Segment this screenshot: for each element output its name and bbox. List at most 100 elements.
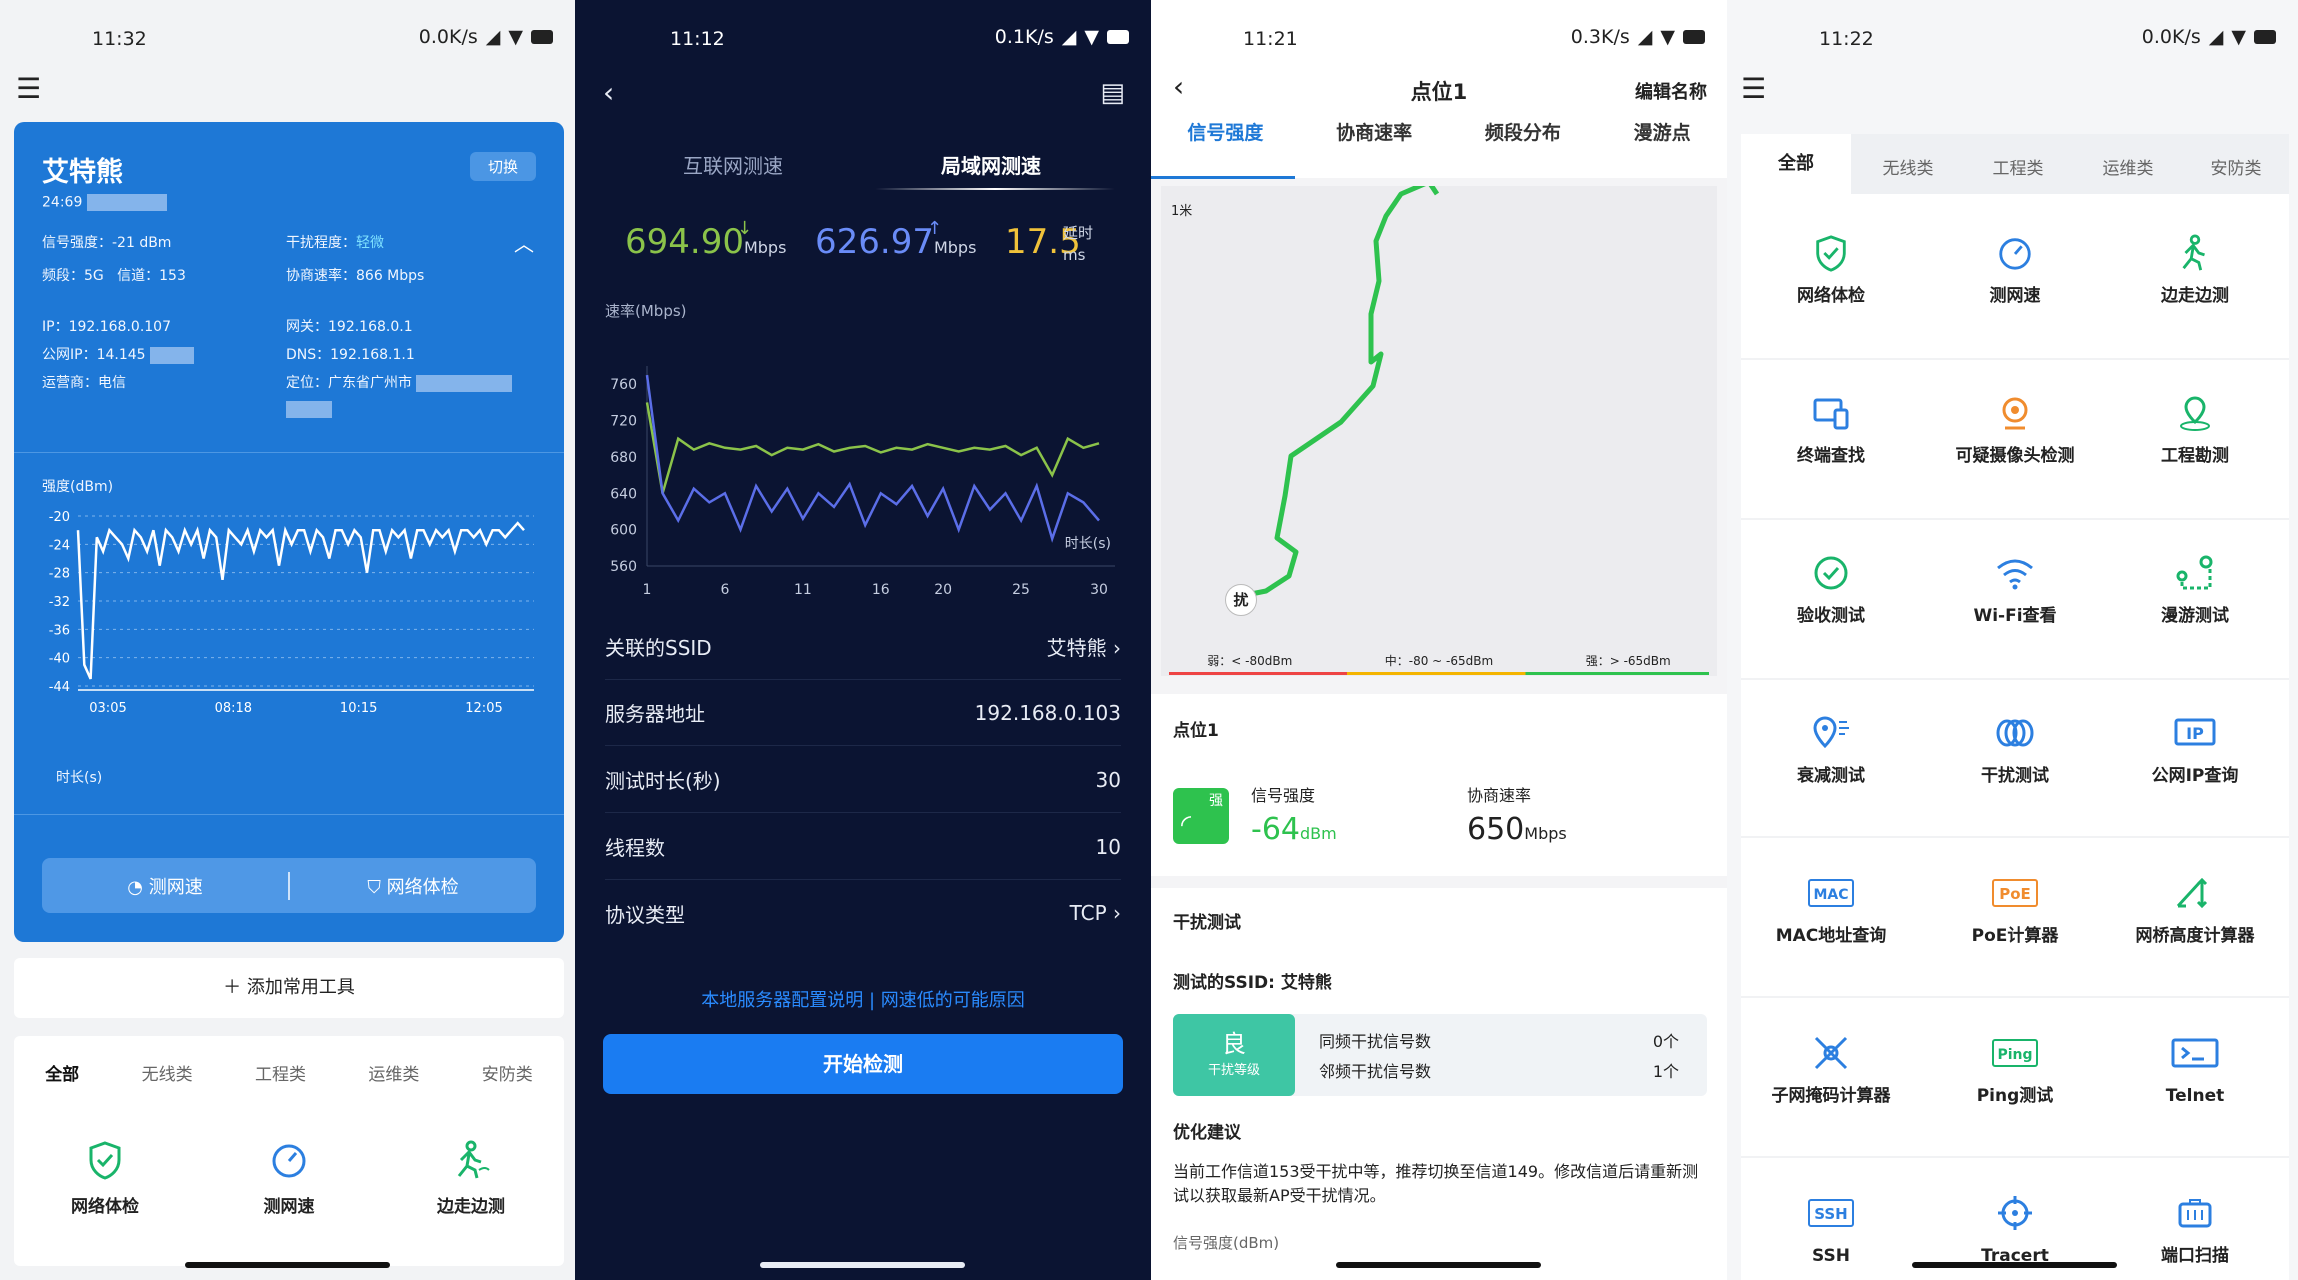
tab-rate[interactable]: 协商速率 [1336,118,1412,145]
divider [1741,678,2289,680]
tool-telnet[interactable]: Telnet [2105,1034,2285,1110]
walking-person-icon [457,1140,490,1179]
tool-mac-lookup[interactable]: MAC MAC地址查询 [1741,874,1921,950]
edit-name-button[interactable]: 编辑名称 [1635,78,1707,104]
interference-label: 干扰程度： [286,235,356,251]
tab-band[interactable]: 频段分布 [1485,118,1561,145]
ssid-title: 艾特熊 [42,157,123,188]
y-tick-label: 760 [610,377,637,393]
interference-section: 干扰测试 测试的SSID: 艾特熊 良 干扰等级 同频干扰信号数 0个 邻频干扰… [1151,888,1727,1280]
switch-button[interactable]: 切换 [469,152,536,181]
tool-subnet-calculator[interactable]: 子网掩码计算器 [1741,1034,1921,1110]
tab-ops[interactable]: 运维类 [368,1060,419,1085]
x-tick-label: 25 [1012,582,1030,598]
interference-marker[interactable]: 扰 [1225,584,1257,616]
x-tick-label: 11 [794,582,812,598]
menu-icon[interactable]: ☰ [1741,72,1766,105]
tool-public-ip[interactable]: IP 公网IP查询 [2105,714,2285,790]
threads-row[interactable]: 线程数 10 [605,814,1121,880]
gauge-icon: ◔ [127,876,143,898]
tool-ping-test[interactable]: Ping Ping测试 [1925,1034,2105,1110]
tab-internet-speed[interactable]: 互联网测速 [683,150,783,179]
ssid-row[interactable]: 关联的SSID 艾特熊 › [605,614,1121,680]
server-row[interactable]: 服务器地址 192.168.0.103 [605,680,1121,746]
wifi-icon: ▼ [1660,26,1675,48]
row-value: 艾特熊 [1046,636,1107,660]
status-bar: 11:21 0.3K/s ◢ ▼ [1151,0,1727,80]
duration-row[interactable]: 测试时长(秒) 30 [605,747,1121,813]
tool-walk-test[interactable]: 边走边测 [386,1140,556,1217]
rate-label: 协商速率 [1467,786,1532,805]
adjacent-channel-value: 1个 [1652,1062,1679,1081]
tab-all[interactable]: 全部 [1741,134,1851,194]
tab-lan-speed[interactable]: 局域网测速 [941,150,1041,179]
tab-signal[interactable]: 信号强度 [1187,118,1263,145]
lan-speed-test-screen: 11:12 0.1K/s ◢ ▼ ‹ ▤ 互联网测速 局域网测速 694.90Mb… [575,0,1151,1280]
help-links[interactable]: 本地服务器配置说明 | 网速低的可能原因 [575,986,1151,1012]
advice-text: 当前工作信道153受干扰中等，推荐切换至信道149。修改信道后请重新测试以获取最… [1173,1162,1699,1205]
tool-network-check[interactable]: 网络体检 [20,1140,190,1217]
tool-label: 终端查找 [1797,446,1865,466]
battery-icon [1107,30,1129,44]
tool-wifi-view[interactable]: Wi-Fi查看 [1925,554,2105,630]
location-pin-icon [2180,396,2210,431]
tool-camera-detect[interactable]: 可疑摄像头检测 [1925,394,2105,470]
network-check-button[interactable]: ⛉ 网络体检 [290,873,536,899]
signal-badge: 强 ◜ [1173,788,1229,844]
tool-tracert[interactable]: Tracert [1925,1194,2105,1270]
tab-security[interactable]: 安防类 [2181,154,2291,179]
tool-ssh[interactable]: SSH SSH [1741,1194,1921,1270]
menu-icon[interactable]: ☰ [16,72,41,105]
tab-indicator [875,188,1115,190]
back-icon[interactable]: ‹ [603,76,614,109]
history-icon[interactable]: ▤ [1100,78,1125,108]
tab-all[interactable]: 全部 [45,1060,79,1085]
protocol-row[interactable]: 协议类型 TCP › [605,880,1121,946]
tab-security[interactable]: 安防类 [482,1060,533,1085]
tool-site-survey[interactable]: 工程勘测 [2105,394,2285,470]
row-label: 关联的SSID [605,636,712,660]
tool-label: 子网掩码计算器 [1771,1086,1891,1106]
tool-roaming-test[interactable]: 漫游测试 [2105,554,2285,630]
masked-location-2 [286,401,332,418]
start-test-button[interactable]: 开始检测 [603,1034,1123,1094]
tab-engineering[interactable]: 工程类 [1963,154,2073,179]
tab-wireless[interactable]: 无线类 [1853,154,1963,179]
home-indicator [185,1262,390,1268]
tab-wireless[interactable]: 无线类 [142,1060,193,1085]
grade-badge: 良 干扰等级 [1173,1014,1295,1096]
tab-engineering[interactable]: 工程类 [255,1060,306,1085]
collapse-chevron-icon[interactable]: ︿ [514,228,534,257]
battery-icon [2254,30,2276,44]
upload-series-line [645,374,1100,543]
tool-poe-calculator[interactable]: PoE PoE计算器 [1925,874,2105,950]
speed-test-button[interactable]: ◔ 测网速 [42,873,288,899]
bottom-label: 信号强度(dBm) [1173,1234,1280,1252]
tool-speed-test[interactable]: 测网速 [204,1140,374,1217]
tool-network-check[interactable]: 网络体检 [1741,234,1921,310]
rate-text: 协商速率：866 Mbps [286,268,425,284]
tool-walk-test[interactable]: 边走边测 [2105,234,2285,310]
tool-attenuation-test[interactable]: 衰减测试 [1741,714,1921,790]
tab-roaming[interactable]: 漫游点 [1634,118,1691,145]
interference-title: 干扰测试 [1173,913,1241,933]
add-tool-button[interactable]: ＋ 添加常用工具 [14,958,564,1018]
mac-icon-text: MAC [1813,887,1848,903]
subnet-icon [1814,1036,1848,1070]
ping-icon: Ping [1992,1039,2038,1067]
tool-interference-test[interactable]: 干扰测试 [1925,714,2105,790]
masked-ip [150,346,195,364]
wifi-icon [1997,559,2033,590]
y-tick-label: -44 [49,680,70,695]
check-circle-icon [1814,556,1848,590]
heatmap-point-screen: 11:21 0.3K/s ◢ ▼ ‹ 点位1 编辑名称 信号强度 协商速率 频段分… [1151,0,1727,1280]
tool-device-finder[interactable]: 终端查找 [1741,394,1921,470]
upload-arrow-icon: ↑ [927,218,943,239]
tab-ops[interactable]: 运维类 [2073,154,2183,179]
status-bar: 11:32 0.0K/s ◢ ▼ [0,0,575,80]
tool-acceptance-test[interactable]: 验收测试 [1741,554,1921,630]
tool-port-scan[interactable]: 端口扫描 [2105,1194,2285,1270]
tool-speed-test[interactable]: 测网速 [1925,234,2105,310]
tool-bridge-height[interactable]: 网桥高度计算器 [2105,874,2285,950]
poe-icon-text: PoE [1999,885,2031,903]
